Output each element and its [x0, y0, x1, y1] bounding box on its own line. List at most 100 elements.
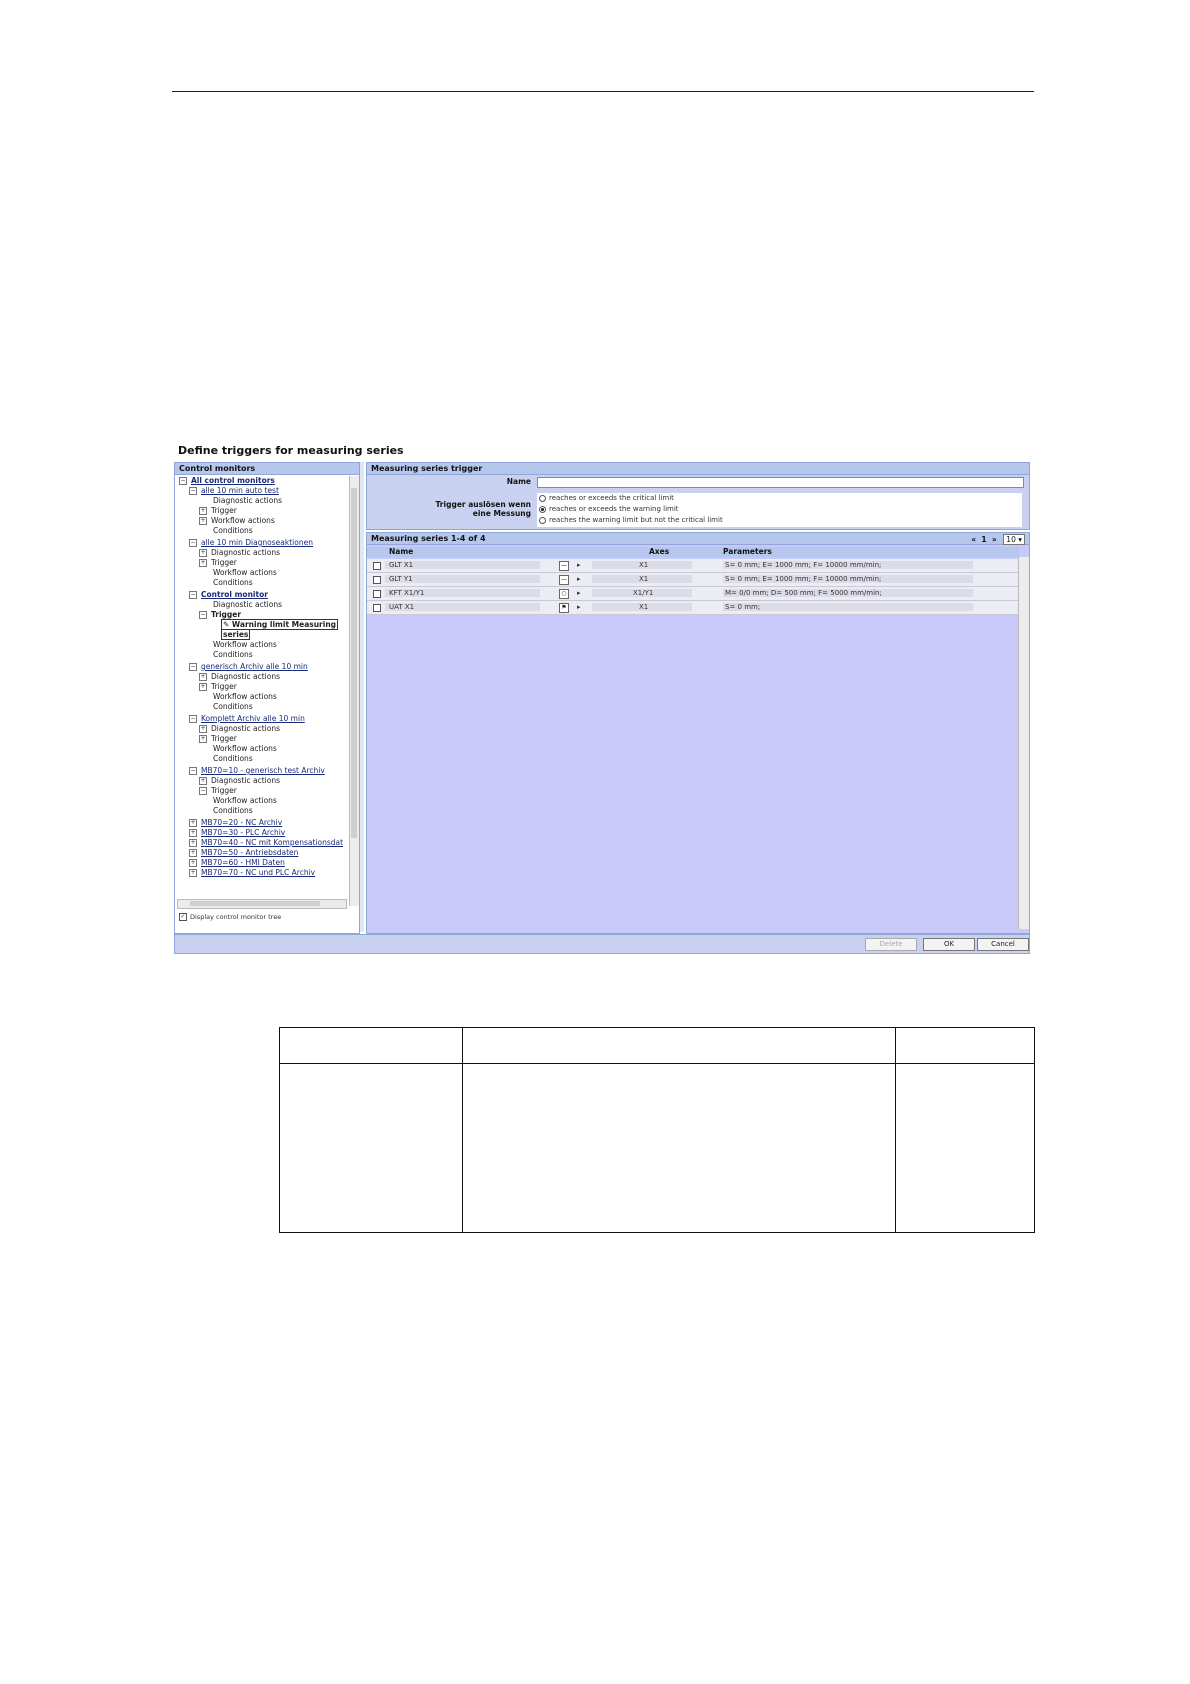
row-arrow-icon[interactable]: ▸ — [577, 589, 581, 598]
expand-icon[interactable]: + — [189, 869, 197, 877]
trigger-option-warning-not-critical[interactable]: reaches the warning limit but not the cr… — [539, 516, 723, 524]
expand-icon[interactable]: + — [189, 839, 197, 847]
expand-icon[interactable]: + — [199, 517, 207, 525]
tree-vertical-scrollbar[interactable] — [349, 476, 359, 906]
tree-node-diagnostic[interactable]: + Diagnostic actions — [199, 672, 280, 682]
expand-icon[interactable]: + — [199, 549, 207, 557]
series-vertical-scrollbar[interactable] — [1018, 557, 1029, 929]
ok-button[interactable]: OK — [923, 938, 975, 951]
tree-node-monitor[interactable]: − MB70=10 - generisch test Archiv — [189, 766, 325, 776]
row-checkbox[interactable] — [373, 604, 381, 612]
tree-node-leaf[interactable]: Workflow actions — [213, 796, 277, 806]
tree-horizontal-scrollbar[interactable] — [177, 899, 347, 909]
column-header-axes[interactable]: Axes — [649, 547, 669, 557]
tree-node-leaf[interactable]: Workflow actions — [213, 640, 277, 650]
radio-selected-icon[interactable] — [539, 505, 546, 513]
tree-node-leaf[interactable]: Conditions — [213, 650, 253, 660]
scroll-thumb[interactable] — [351, 488, 357, 838]
expand-icon[interactable]: + — [199, 559, 207, 567]
radio-icon[interactable] — [539, 494, 546, 502]
collapse-icon[interactable]: − — [189, 715, 197, 723]
row-arrow-icon[interactable]: ▸ — [577, 603, 581, 612]
collapse-icon[interactable]: − — [189, 591, 197, 599]
collapse-icon[interactable]: − — [189, 767, 197, 775]
tree-node-leaf[interactable]: Diagnostic actions — [213, 496, 282, 506]
row-arrow-icon[interactable]: ▸ — [577, 575, 581, 584]
row-checkbox[interactable] — [373, 576, 381, 584]
table-cell — [279, 1063, 463, 1233]
row-arrow-icon[interactable]: ▸ — [577, 561, 581, 570]
pane-splitter[interactable] — [360, 462, 364, 932]
trigger-option-critical[interactable]: reaches or exceeds the critical limit — [539, 494, 674, 502]
display-tree-checkbox[interactable]: ✓ Display control monitor tree — [179, 913, 281, 921]
tree-node-monitor[interactable]: + MB70=70 - NC und PLC Archiv — [189, 868, 315, 878]
row-checkbox[interactable] — [373, 562, 381, 570]
tree-node-workflow[interactable]: + Workflow actions — [199, 516, 275, 526]
tree-node-diagnostic[interactable]: + Diagnostic actions — [199, 724, 280, 734]
first-page-button[interactable]: « — [971, 535, 976, 544]
tree-node-trigger[interactable]: − Trigger — [199, 786, 237, 796]
tree-node-trigger[interactable]: + Trigger — [199, 734, 237, 744]
expand-icon[interactable]: + — [199, 507, 207, 515]
series-parameters: S= 0 mm; E= 1000 mm; F= 10000 mm/min; — [725, 575, 882, 583]
column-header-name[interactable]: Name — [389, 547, 413, 557]
collapse-icon[interactable]: − — [189, 487, 197, 495]
column-header-parameters[interactable]: Parameters — [723, 547, 772, 557]
tree-node-leaf[interactable]: Workflow actions — [213, 744, 277, 754]
expand-icon[interactable]: + — [189, 849, 197, 857]
expand-icon[interactable]: + — [189, 859, 197, 867]
expand-icon[interactable]: + — [189, 829, 197, 837]
tree-node-leaf[interactable]: Conditions — [213, 578, 253, 588]
next-page-button[interactable]: » — [992, 535, 997, 544]
table-row[interactable]: UAT X1 ⚑ ▸ X1 S= 0 mm; — [367, 601, 1019, 615]
collapse-icon[interactable]: − — [199, 787, 207, 795]
table-row[interactable]: GLT Y1 — ▸ X1 S= 0 mm; E= 1000 mm; F= 10… — [367, 573, 1019, 587]
tree-node-leaf[interactable]: Workflow actions — [213, 568, 277, 578]
tree-node-monitor[interactable]: − alle 10 min auto test — [189, 486, 279, 496]
tree-node-monitor[interactable]: − alle 10 min Diagnoseaktionen — [189, 538, 313, 548]
tree-node-trigger[interactable]: + Trigger — [199, 682, 237, 692]
tree-node-monitor[interactable]: + MB70=60 - HMI Daten — [189, 858, 285, 868]
tree-node-monitor[interactable]: + MB70=20 - NC Archiv — [189, 818, 282, 828]
tree-node-monitor[interactable]: + MB70=30 - PLC Archiv — [189, 828, 285, 838]
delete-button[interactable]: Delete — [865, 938, 917, 951]
tree-node-diagnostic[interactable]: + Diagnostic actions — [199, 548, 280, 558]
cancel-button[interactable]: Cancel — [977, 938, 1029, 951]
scroll-thumb[interactable] — [190, 901, 320, 906]
tree-node-leaf[interactable]: Conditions — [213, 526, 253, 536]
expand-icon[interactable]: + — [199, 725, 207, 733]
tree-node-leaf[interactable]: Workflow actions — [213, 692, 277, 702]
collapse-icon[interactable]: − — [189, 663, 197, 671]
collapse-icon[interactable]: − — [179, 477, 187, 485]
tree-node-leaf[interactable]: Conditions — [213, 806, 253, 816]
tree-node-monitor[interactable]: − Komplett Archiv alle 10 min — [189, 714, 305, 724]
trigger-option-warning[interactable]: reaches or exceeds the warning limit — [539, 505, 679, 513]
tree-node-diagnostic[interactable]: + Diagnostic actions — [199, 776, 280, 786]
page-size-select[interactable]: 10 ▾ — [1003, 534, 1025, 545]
expand-icon[interactable]: + — [199, 735, 207, 743]
collapse-icon[interactable]: − — [199, 611, 207, 619]
tree-node-leaf[interactable]: Conditions — [213, 702, 253, 712]
tree-node-monitor[interactable]: − Control monitor — [189, 590, 268, 600]
tree-node-monitor[interactable]: + MB70=50 - Antriebsdaten — [189, 848, 298, 858]
tree-node-leaf[interactable]: Conditions — [213, 754, 253, 764]
expand-icon[interactable]: + — [199, 777, 207, 785]
table-row[interactable]: GLT X1 — ▸ X1 S= 0 mm; E= 1000 mm; F= 10… — [367, 559, 1019, 573]
tree-node-leaf[interactable]: Diagnostic actions — [213, 600, 282, 610]
tree-node-trigger[interactable]: + Trigger — [199, 558, 237, 568]
radio-icon[interactable] — [539, 516, 546, 524]
expand-icon[interactable]: + — [199, 673, 207, 681]
name-input[interactable] — [537, 477, 1024, 488]
collapse-icon[interactable]: − — [189, 539, 197, 547]
row-checkbox[interactable] — [373, 590, 381, 598]
tree-node-trigger[interactable]: + Trigger — [199, 506, 237, 516]
tree-node-monitor[interactable]: + MB70=40 - NC mit Kompensationsdat — [189, 838, 343, 848]
checkbox-checked-icon[interactable]: ✓ — [179, 913, 187, 921]
trigger-condition-group: reaches or exceeds the critical limit re… — [537, 493, 1022, 527]
tree-node-all[interactable]: − All control monitors — [179, 476, 275, 486]
table-row[interactable]: KFT X1/Y1 ○ ▸ X1/Y1 M= 0/0 mm; D= 500 mm… — [367, 587, 1019, 601]
expand-icon[interactable]: + — [199, 683, 207, 691]
tree-node-monitor[interactable]: − generisch Archiv alle 10 min — [189, 662, 308, 672]
tree-node-selected-trigger-cont[interactable]: series — [221, 629, 251, 640]
expand-icon[interactable]: + — [189, 819, 197, 827]
